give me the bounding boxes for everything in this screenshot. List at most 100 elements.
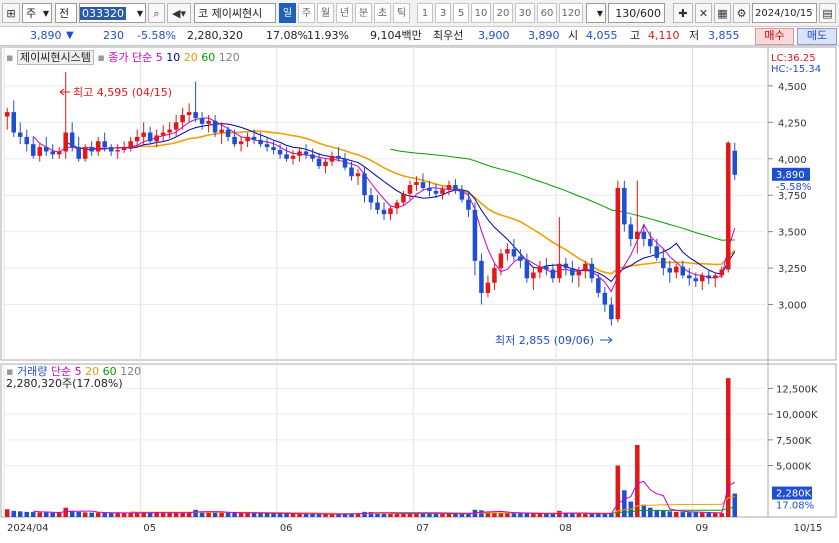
volume-bar	[95, 512, 101, 517]
num-20[interactable]: 20	[493, 3, 513, 23]
num-120[interactable]: 120	[559, 3, 583, 23]
candle	[537, 266, 543, 273]
buy-button[interactable]: 매수	[755, 28, 794, 45]
candle	[485, 282, 491, 293]
candle	[193, 112, 198, 118]
period-day[interactable]: 일	[279, 3, 296, 23]
volume-bar	[583, 513, 588, 517]
candle	[362, 173, 367, 196]
price-tick-label: 3,750	[778, 191, 807, 202]
grid-icon[interactable]: ▦	[714, 3, 731, 23]
sell-button[interactable]: 매도	[797, 28, 837, 45]
market-type[interactable]: 전	[55, 3, 77, 23]
count-field[interactable]: 130/600	[608, 3, 665, 23]
num-10[interactable]: 10	[471, 3, 491, 23]
candle	[674, 266, 679, 273]
custom-period-input[interactable]: ▼	[586, 3, 606, 23]
volume-bar	[459, 513, 465, 517]
volume-bar	[700, 512, 705, 517]
expand-icon[interactable]: ✚	[673, 3, 693, 23]
candle	[121, 147, 127, 151]
volume-bar	[76, 511, 81, 517]
volume-bar	[433, 513, 439, 517]
period-second[interactable]: 초	[374, 3, 391, 23]
code-input[interactable]: 033320 ▼	[79, 3, 146, 23]
volume-bar	[446, 513, 452, 517]
ask-price: 3,900	[478, 29, 510, 42]
candle	[43, 147, 49, 152]
low-label: 저	[689, 29, 700, 42]
stock-prefix: 코	[198, 7, 209, 20]
market-select[interactable]: 주 ▼	[22, 3, 52, 23]
volume-bar	[258, 513, 263, 517]
period-tick[interactable]: 틱	[393, 3, 410, 23]
num-30[interactable]: 30	[515, 3, 535, 23]
candle	[128, 141, 133, 148]
candle	[115, 150, 120, 152]
low-annotation: 최저 2,855 (09/06)	[495, 334, 595, 347]
volume-bar	[225, 512, 231, 517]
num-3[interactable]: 3	[435, 3, 451, 23]
period-year[interactable]: 년	[336, 3, 353, 23]
candle	[563, 263, 569, 269]
volume-bar	[4, 509, 10, 517]
volume-panel-frame	[0, 363, 837, 518]
volume-bar	[725, 378, 731, 517]
candle	[310, 154, 315, 159]
volume-bar	[147, 512, 153, 517]
ma10-label: 10	[166, 51, 181, 64]
candle	[76, 147, 81, 159]
period-week[interactable]: 주	[298, 3, 315, 23]
candle	[700, 275, 705, 282]
price-tick-label: 4,500	[778, 82, 807, 93]
volume-bar	[576, 513, 582, 517]
volume-bar	[43, 512, 49, 517]
candle	[401, 193, 406, 203]
code-value: 033320	[80, 7, 126, 20]
candle	[388, 208, 393, 215]
ma120-label: 120	[218, 51, 240, 64]
candle	[414, 182, 419, 186]
low-price: 3,855	[708, 29, 740, 42]
volume-bar	[589, 513, 595, 517]
volume-bar	[50, 512, 55, 517]
menu-icon[interactable]: ⊞	[2, 3, 20, 23]
volume-bar	[615, 465, 621, 517]
stock-name-field[interactable]: 코 제이씨현시	[194, 3, 276, 23]
candle	[173, 122, 179, 130]
volume-bar	[511, 513, 517, 517]
candle	[95, 141, 101, 152]
candle	[531, 272, 536, 279]
candle	[297, 151, 302, 156]
price-title: 제이씨현시스템	[16, 50, 94, 65]
volume-bar	[212, 512, 218, 517]
candle	[596, 278, 601, 293]
candle	[63, 132, 68, 152]
volume-tick-label: 10,000K	[776, 410, 818, 421]
period-month[interactable]: 월	[317, 3, 334, 23]
candle	[648, 238, 653, 247]
volume-bar	[550, 514, 556, 517]
volume-bar	[251, 513, 257, 517]
price-tick-label: 4,000	[778, 155, 807, 166]
high-price: 4,110	[648, 29, 680, 42]
candle	[102, 141, 107, 148]
volume-bar	[524, 513, 530, 517]
price-volume-chart[interactable]: 4,500 4,250 4,000 3,750 3,500 3,250 3,000 12,50…	[0, 46, 839, 543]
volume-bar	[323, 514, 328, 517]
candle	[498, 253, 504, 269]
candle	[557, 263, 562, 279]
volume-bar	[712, 513, 718, 517]
collapse-icon[interactable]: ✕	[695, 3, 712, 23]
num-60[interactable]: 60	[537, 3, 557, 23]
num-1[interactable]: 1	[417, 3, 433, 23]
calendar-icon[interactable]: ▤	[819, 3, 836, 23]
date-field[interactable]: 2024/10/15	[752, 3, 817, 23]
candle	[50, 151, 55, 155]
volume-bar	[531, 513, 536, 517]
num-5[interactable]: 5	[453, 3, 469, 23]
search-icon[interactable]: ⌕	[148, 3, 165, 23]
speaker-icon[interactable]: ◀▾	[167, 3, 191, 23]
period-minute[interactable]: 분	[355, 3, 372, 23]
gear-icon[interactable]: ⚙	[733, 3, 750, 23]
